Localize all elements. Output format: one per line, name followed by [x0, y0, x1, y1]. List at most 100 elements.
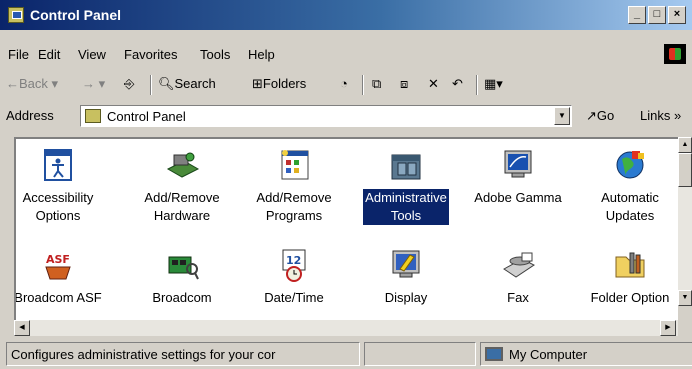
up-folder-icon: ⎆: [124, 76, 135, 91]
control-panel-icon: [8, 7, 24, 23]
history-icon: ◔: [340, 76, 348, 91]
item-add-remove-programs[interactable]: Add/Remove Programs: [238, 147, 350, 225]
links-button[interactable]: Links »: [640, 108, 681, 123]
item-automatic-updates[interactable]: Automatic Updates: [574, 147, 678, 225]
item-fax[interactable]: Fax: [462, 247, 574, 307]
go-label: Go: [596, 108, 615, 123]
item-label: Accessibility Options: [22, 190, 94, 223]
vertical-scrollbar[interactable]: ▲ ▼: [678, 137, 692, 306]
forward-button[interactable]: → ▾: [82, 76, 105, 92]
move-to-button[interactable]: ⧉: [372, 76, 381, 92]
address-label: Address: [6, 108, 54, 123]
address-dropdown-button[interactable]: ▼: [554, 107, 570, 125]
horizontal-scrollbar[interactable]: ◀ ▶: [14, 320, 678, 336]
folders-label: Folders: [262, 76, 307, 91]
folder-options-icon: [612, 247, 648, 283]
item-label: Display: [384, 290, 428, 305]
search-button[interactable]: 🔍︎Search: [158, 76, 216, 92]
item-broadcom-asf[interactable]: ASF Broadcom ASF: [14, 247, 114, 307]
item-broadcom[interactable]: Broadcom: [126, 247, 238, 307]
chevron-down-icon: ▾: [47, 76, 59, 91]
toolbar-separator: [150, 75, 152, 95]
monitor-icon: [500, 147, 536, 183]
scroll-right-button[interactable]: ▶: [660, 320, 676, 336]
item-display[interactable]: Display: [350, 247, 462, 307]
go-button[interactable]: ↗Go: [586, 108, 614, 124]
windows-logo-icon: [664, 44, 686, 64]
menu-edit[interactable]: Edit: [38, 47, 60, 62]
chevron-right-icon: »: [670, 108, 682, 123]
links-label: Links: [640, 108, 671, 123]
views-icon: ▦▾: [484, 76, 503, 91]
search-label: Search: [174, 76, 216, 91]
item-accessibility-options[interactable]: Accessibility Options: [16, 147, 114, 225]
menu-tools[interactable]: Tools: [200, 47, 230, 62]
item-add-remove-hardware[interactable]: Add/Remove Hardware: [126, 147, 238, 225]
copy-to-button[interactable]: ⧈: [400, 76, 408, 92]
folders-icon: ⊞: [252, 76, 263, 91]
item-label: Add/Remove Programs: [256, 190, 332, 223]
network-card-icon: [164, 247, 200, 283]
status-zone: My Computer: [509, 347, 588, 362]
fax-icon: [500, 247, 536, 283]
undo-button[interactable]: ↶: [452, 76, 463, 92]
menu-favorites[interactable]: Favorites: [124, 47, 177, 62]
status-message-panel: Configures administrative settings for y…: [6, 342, 360, 366]
svg-text:ASF: ASF: [46, 253, 70, 266]
address-bar: Address Control Panel ▼ ↗Go Links »: [0, 102, 692, 130]
item-label: Adobe Gamma: [474, 190, 562, 205]
close-button[interactable]: ×: [668, 6, 686, 24]
item-label: Automatic Updates: [601, 190, 659, 223]
copy-to-icon: ⧈: [400, 76, 409, 91]
my-computer-icon: [485, 347, 503, 361]
item-label: Broadcom ASF: [14, 290, 102, 305]
window-title: Control Panel: [30, 7, 122, 23]
status-empty-panel: [364, 342, 476, 366]
status-bar: Configures administrative settings for y…: [0, 342, 692, 368]
back-arrow-icon: ←: [6, 76, 19, 91]
status-zone-panel: My Computer: [480, 342, 692, 366]
scroll-left-button[interactable]: ◀: [14, 320, 30, 336]
item-date-time[interactable]: 12 Date/Time: [238, 247, 350, 307]
admin-tools-icon: [388, 147, 424, 183]
menu-bar: File Edit View Favorites Tools Help: [0, 42, 692, 66]
scroll-up-button[interactable]: ▲: [678, 137, 692, 153]
folders-button[interactable]: ⊞Folders: [252, 76, 306, 92]
status-message: Configures administrative settings for y…: [11, 347, 276, 362]
menu-file[interactable]: File: [8, 47, 29, 62]
svg-text:12: 12: [286, 254, 301, 267]
calendar-clock-icon: 12: [276, 247, 312, 283]
forward-arrow-icon: → ▾: [82, 76, 106, 91]
asf-icon: ASF: [40, 247, 76, 283]
delete-icon: ✕: [428, 76, 439, 91]
item-label: Add/Remove Hardware: [144, 190, 220, 223]
item-administrative-tools[interactable]: Administrative Tools: [350, 147, 462, 225]
delete-button[interactable]: ✕: [428, 76, 439, 92]
display-icon: [388, 247, 424, 283]
scroll-down-button[interactable]: ▼: [678, 290, 692, 306]
item-adobe-gamma[interactable]: Adobe Gamma: [462, 147, 574, 207]
move-to-icon: ⧉: [372, 76, 382, 91]
title-bar: Control Panel _ □ ×: [0, 0, 692, 30]
maximize-button[interactable]: □: [648, 6, 666, 24]
toolbar-separator: [476, 75, 478, 95]
menu-view[interactable]: View: [78, 47, 106, 62]
menu-help[interactable]: Help: [248, 47, 275, 62]
views-button[interactable]: ▦▾: [484, 76, 503, 92]
back-label: Back: [19, 76, 48, 91]
accessibility-icon: [40, 147, 76, 183]
address-field[interactable]: Control Panel ▼: [80, 105, 572, 127]
item-folder-options[interactable]: Folder Option: [574, 247, 678, 307]
toolbar: ←Back ▾ → ▾ ⎆ 🔍︎Search ⊞Folders ◔ ⧉ ⧈ ✕ …: [0, 70, 692, 100]
go-arrow-icon: ↗: [586, 108, 597, 123]
item-label: Fax: [507, 290, 529, 305]
up-folder-button[interactable]: ⎆: [124, 76, 134, 92]
minimize-button[interactable]: _: [628, 6, 646, 24]
toolbar-separator: [362, 75, 364, 95]
back-button[interactable]: ←Back ▾: [6, 76, 58, 92]
hardware-icon: [164, 147, 200, 183]
item-label: Date/Time: [264, 290, 324, 305]
vertical-scroll-thumb[interactable]: [678, 153, 692, 187]
history-button[interactable]: ◔: [340, 76, 348, 91]
control-panel-items: Accessibility Options Add/Remove Hardwar…: [14, 137, 678, 322]
